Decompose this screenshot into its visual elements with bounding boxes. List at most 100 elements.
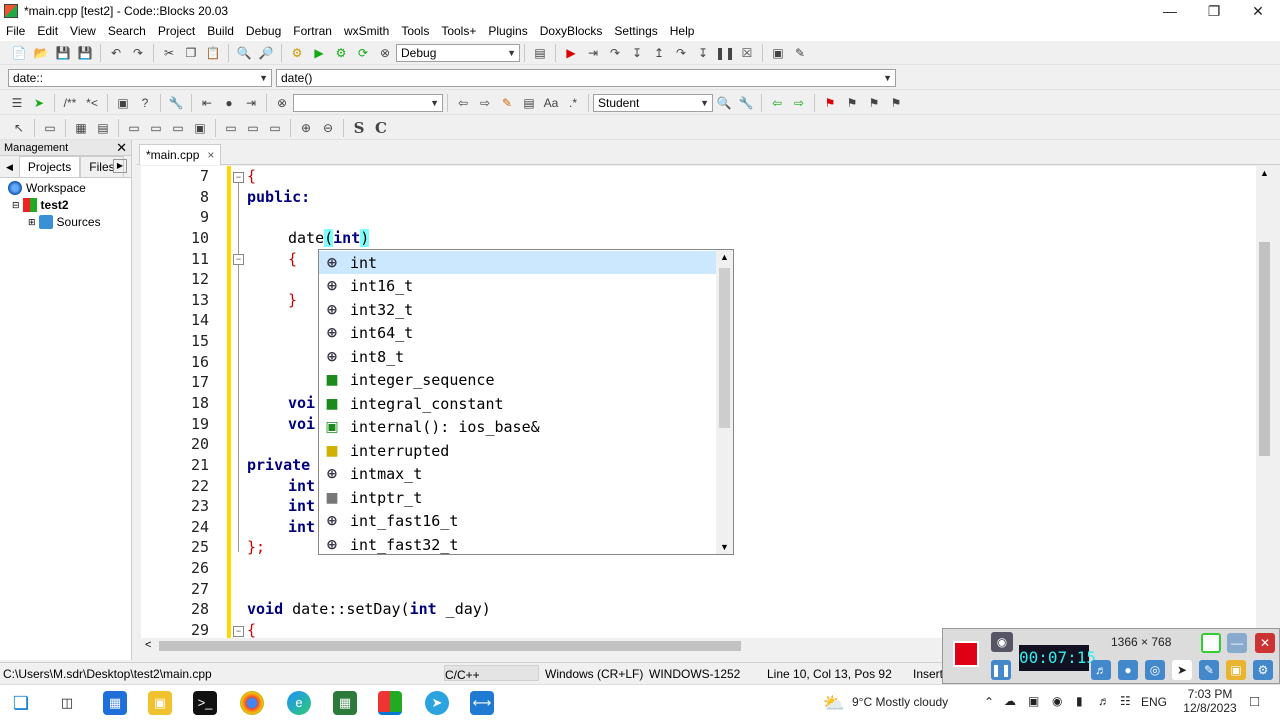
pause-icon[interactable]: ❚❚ [715,44,735,62]
menu-tools-plus[interactable]: Tools+ [435,22,482,41]
menu-settings[interactable]: Settings [608,22,663,41]
tab-scroll-right-icon[interactable]: ▶ [113,159,127,173]
doxy-wizard-icon[interactable]: ▣ [114,94,132,112]
function-select[interactable]: date() ▼ [276,68,896,87]
forward-icon[interactable]: ⇨ [790,94,808,112]
widget-box-icon[interactable]: ▭ [41,119,59,137]
autocomplete-item[interactable]: ▣ internal(): ios_base& [319,415,717,438]
minimize-icon[interactable]: — [1227,633,1247,653]
microphone-icon[interactable]: ● [1118,660,1138,680]
tree-folder-sources[interactable]: ⊞ Sources [28,215,101,229]
undo-icon[interactable]: ↶ [107,44,125,62]
chrome-icon[interactable] [240,691,264,715]
menu-help[interactable]: Help [664,22,701,41]
copy-icon[interactable]: ❐ [182,44,200,62]
scrollbar-thumb[interactable] [1259,242,1270,456]
record-stop-button[interactable] [953,641,979,667]
file-explorer-icon[interactable]: ▣ [148,691,172,715]
clock[interactable]: 7:03 PM 12/8/2023 [1181,687,1239,715]
run-search-icon[interactable]: ➤ [30,94,48,112]
open-icon[interactable]: 📂 [32,44,50,62]
collapse-icon[interactable]: ⊟ [12,200,20,211]
rebuild-icon[interactable]: ⟳ [354,44,372,62]
wrench-icon[interactable]: 🔧 [167,94,185,112]
scope-select[interactable]: date:: ▼ [8,68,272,87]
meet-now-icon[interactable]: ◉ [1052,694,1062,708]
autocomplete-item[interactable]: ⊕ int32_t [319,298,717,321]
scroll-down-icon[interactable]: ▼ [716,540,733,554]
menu-fortran[interactable]: Fortran [287,22,338,41]
widget-list-icon[interactable]: ▤ [94,119,112,137]
close-button[interactable]: ✕ [1238,0,1278,22]
save-icon[interactable]: 💾 [54,44,72,62]
widget-e-icon[interactable]: ▭ [222,119,240,137]
paste-icon[interactable]: 📋 [204,44,222,62]
next-line-icon[interactable]: ↷ [606,44,624,62]
regex-icon[interactable]: .* [564,94,582,112]
find-previous-icon[interactable]: ⇦ [454,94,472,112]
terminal-icon[interactable]: >_ [193,691,217,715]
stop-debug-icon[interactable]: ☒ [738,44,756,62]
weather-text[interactable]: 9°C Mostly cloudy [852,695,948,709]
widget-f-icon[interactable]: ▭ [244,119,262,137]
toggle-bookmark-icon[interactable]: ● [220,94,238,112]
s-icon[interactable]: S [350,119,368,137]
tab-projects[interactable]: Projects [18,156,81,177]
scrollbar-thumb[interactable] [159,641,741,651]
build-icon[interactable]: ⚙ [288,44,306,62]
minimize-button[interactable]: — [1150,0,1190,22]
region-icon[interactable] [1201,633,1221,653]
replace-icon[interactable]: 🔎 [257,44,275,62]
run-to-cursor-icon[interactable]: ⇥ [584,44,602,62]
highlight-icon[interactable]: ✎ [498,94,516,112]
autocomplete-item[interactable]: ⊕ int16_t [319,274,717,297]
debug-start-icon[interactable]: ▶ [562,44,580,62]
class-settings-icon[interactable]: 🔧 [737,94,755,112]
vscode-icon[interactable]: ⟷ [470,691,494,715]
fold-collapse-icon[interactable]: − [233,254,244,265]
next-bookmark-icon[interactable]: ⇥ [242,94,260,112]
cursor-icon[interactable]: ➤ [1172,660,1192,680]
weather-icon[interactable]: ⛅ [822,691,846,715]
battery-icon[interactable]: ▮ [1076,694,1083,708]
notification-icon[interactable]: □ [1250,693,1259,710]
flag-prev-icon[interactable]: ⚑ [843,94,861,112]
autocomplete-item[interactable]: ⊕ int_fast32_t [319,533,717,554]
menu-wxsmith[interactable]: wxSmith [338,22,395,41]
jump-icon[interactable]: ☰ [8,94,26,112]
autocomplete-scrollbar[interactable]: ▲ ▼ [716,250,733,554]
debug-windows-icon[interactable]: ▣ [769,44,787,62]
widget-b-icon[interactable]: ▭ [147,119,165,137]
zoom-out-icon[interactable]: ⊖ [319,119,337,137]
step-into-icon[interactable]: ↧ [628,44,646,62]
new-file-icon[interactable]: 📄 [10,44,28,62]
scroll-left-icon[interactable]: < [145,639,151,651]
cloud-icon[interactable]: ☁ [1004,694,1016,708]
close-icon[interactable]: × [207,148,214,162]
autocomplete-item[interactable]: ⊕ int [319,251,717,274]
menu-search[interactable]: Search [102,22,152,41]
pointer-icon[interactable]: ↖ [10,119,28,137]
edge-icon[interactable]: e [287,691,311,715]
build-and-run-icon[interactable]: ⚙ [332,44,350,62]
widget-g-icon[interactable]: ▭ [266,119,284,137]
windows-start-icon[interactable]: ❏ [9,691,33,715]
maximize-button[interactable]: ❐ [1194,0,1234,22]
camera-icon[interactable]: ◉ [991,632,1013,652]
store-icon[interactable]: ▦ [103,691,127,715]
fold-collapse-icon[interactable]: − [233,172,244,183]
back-icon[interactable]: ⇦ [768,94,786,112]
widget-d-icon[interactable]: ▣ [191,119,209,137]
speaker-icon[interactable]: ♬ [1098,694,1110,708]
gear-icon[interactable]: ⚙ [1253,660,1273,680]
autocomplete-item[interactable]: ■ integral_constant [319,392,717,415]
build-target-select[interactable]: Debug ▼ [396,43,520,62]
abort-icon[interactable]: ⊗ [376,44,394,62]
show-hidden-icons-icon[interactable]: ⌃ [984,695,994,709]
menu-build[interactable]: Build [201,22,240,41]
calculator-icon[interactable]: ▦ [333,691,357,715]
webcam-icon[interactable]: ◎ [1145,660,1165,680]
autocomplete-item[interactable]: ⊕ int8_t [319,345,717,368]
find-icon[interactable]: 🔍 [235,44,253,62]
tree-workspace[interactable]: Workspace [8,181,86,195]
